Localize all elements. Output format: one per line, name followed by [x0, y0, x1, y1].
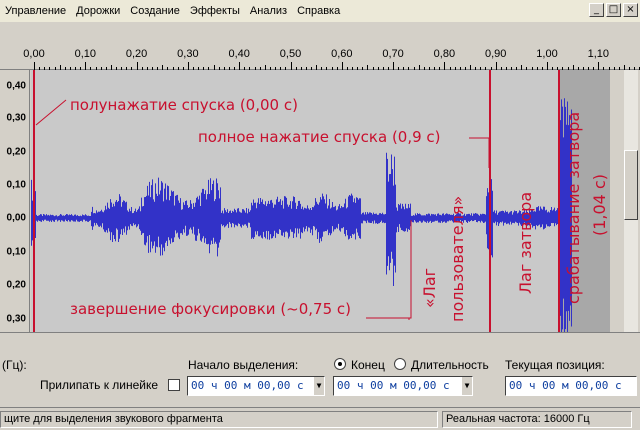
ruler-ticks: 0,00 0,10 0,20 0,30 0,40 0,50 0,60 0,70 0,80 0,90…: [0, 22, 640, 70]
annotation-full-press: полное нажатие спуска (0,9 с): [198, 128, 441, 146]
chevron-down-icon[interactable]: ▼: [314, 377, 324, 395]
menu-bar: Управление Дорожки Создание Эффекты Анал…: [0, 0, 640, 22]
length-label: Длительность: [411, 358, 489, 372]
selection-end-field[interactable]: 00 ч 00 м 00,00 с ▼: [333, 376, 473, 396]
scrollbar-thumb[interactable]: [624, 150, 638, 220]
amplitude-tick-label: 0,10: [6, 179, 26, 191]
ruler-tick: [598, 62, 600, 70]
vertical-scrollbar[interactable]: [610, 70, 640, 332]
annotation-half-press: полунажатие спуска (0,00 с): [70, 96, 298, 114]
ruler-tick: [136, 62, 138, 70]
ruler-tick: [187, 62, 189, 70]
ruler-tick-label: 0,40: [228, 48, 250, 60]
status-bar: щите для выделения звукового фрагмента Р…: [0, 407, 640, 430]
ruler-tick: [290, 62, 292, 70]
ruler-tick: [85, 62, 87, 70]
ruler-tick-label: 0,50: [279, 48, 302, 60]
ruler-tick: [444, 62, 446, 70]
amplitude-tick-label: 0,10: [6, 246, 26, 258]
amplitude-tick-label: 0,20: [6, 279, 26, 291]
ruler-tick-label: 0,20: [125, 48, 148, 60]
snap-label: Прилипать к линейке: [40, 378, 159, 392]
annotation-leader: [469, 137, 490, 168]
ruler-tick: [495, 62, 497, 70]
annotation-shutter-lag: Лаг затвора: [516, 191, 535, 294]
menu-control[interactable]: Управление: [0, 0, 71, 22]
end-radio[interactable]: [334, 358, 346, 370]
ruler-tick-label: 0,90: [484, 48, 507, 60]
menu-analyze[interactable]: Анализ: [245, 0, 292, 22]
ruler-tick-label: 1,00: [536, 48, 558, 60]
end-label: Конец: [351, 358, 385, 372]
annotation-shutter-time: (1,04 с): [590, 174, 609, 236]
menu-help[interactable]: Справка: [292, 0, 345, 22]
snap-checkbox[interactable]: [168, 379, 180, 391]
amplitude-tick-label: 0,00: [6, 212, 26, 224]
ruler-tick-label: 0,80: [433, 48, 456, 60]
amplitude-tick-label: 0,30: [6, 313, 26, 325]
amplitude-tick-label: 0,30: [6, 112, 26, 124]
ruler-tick: [393, 62, 395, 70]
ruler-tick-label: 0,30: [177, 48, 199, 60]
maximize-button[interactable]: □: [606, 3, 621, 17]
selection-start-label: Начало выделения:: [188, 358, 299, 372]
rate-label: (Гц):: [2, 358, 27, 372]
chevron-down-icon[interactable]: ▼: [462, 377, 472, 395]
current-position-value: 00 ч 00 м 00,00 с: [509, 379, 622, 392]
menu-tracks[interactable]: Дорожки: [71, 0, 125, 22]
annotation-leader: [35, 99, 67, 126]
minimize-button[interactable]: _: [589, 3, 604, 17]
current-position-label: Текущая позиция:: [505, 358, 605, 372]
annotation-focus-done: завершение фокусировки (~0,75 с): [70, 300, 352, 318]
selection-end-value: 00 ч 00 м 00,00 с: [337, 379, 450, 392]
ruler-tick-label: 0,60: [331, 48, 353, 60]
status-rate: Реальная частота: 16000 Гц: [442, 411, 632, 428]
timeline-ruler[interactable]: 0,00 0,10 0,20 0,30 0,40 0,50 0,60 0,70 0,80 0,90…: [0, 22, 640, 70]
status-message: щите для выделения звукового фрагмента: [0, 411, 438, 428]
waveform-path: [31, 152, 558, 287]
ruler-tick-label: 0,70: [382, 48, 404, 60]
annotation-user-lag-2: пользователя»: [448, 195, 467, 322]
close-button[interactable]: ×: [623, 3, 638, 17]
length-radio[interactable]: [394, 358, 406, 370]
selection-start-value: 00 ч 00 м 00,00 с: [191, 379, 304, 392]
amplitude-tick-label: 0,40: [6, 80, 26, 92]
amplitude-ruler: 0,40 0,30 0,20 0,10 0,00 0,10 0,20 0,30: [0, 70, 30, 332]
window-controls: _ □ ×: [589, 3, 638, 17]
menu-effects[interactable]: Эффекты: [185, 0, 245, 22]
audacity-window: Управление Дорожки Создание Эффекты Анал…: [0, 0, 640, 430]
menu-generate[interactable]: Создание: [125, 0, 185, 22]
ruler-tick-label: 0,00: [23, 48, 45, 60]
annotation-user-lag-1: «Лаг: [420, 267, 439, 308]
ruler-tick: [341, 62, 343, 70]
selection-toolbar: (Гц): Прилипать к линейке Начало выделен…: [0, 332, 640, 407]
ruler-tick: [239, 62, 241, 70]
ruler-tick-label: 0,10: [74, 48, 97, 60]
amplitude-tick-label: 0,20: [6, 146, 26, 158]
ruler-tick-label: 1,10: [587, 48, 610, 60]
annotation-shutter-fire: срабатывание затвора: [564, 111, 583, 304]
selection-start-field[interactable]: 00 ч 00 м 00,00 с ▼: [187, 376, 325, 396]
current-position-field[interactable]: 00 ч 00 м 00,00 с: [505, 376, 637, 396]
ruler-tick: [34, 62, 35, 70]
ruler-tick: [547, 62, 548, 70]
